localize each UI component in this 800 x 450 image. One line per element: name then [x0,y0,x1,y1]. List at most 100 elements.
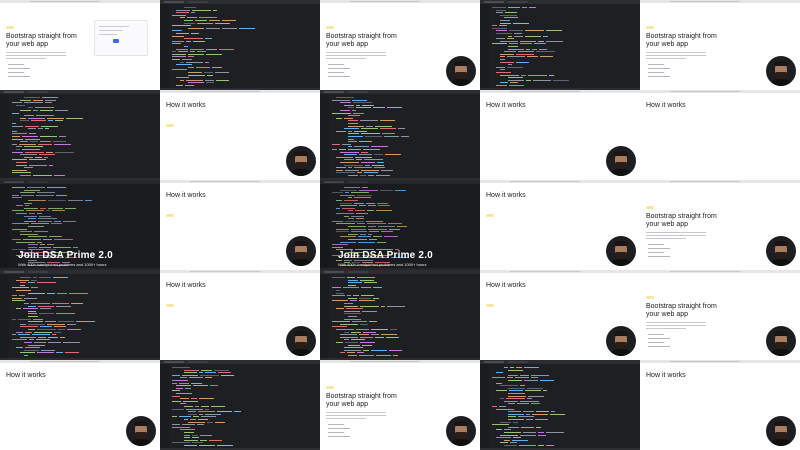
editor-tabs[interactable] [164,1,224,3]
code-token [176,12,189,14]
code-token [531,403,540,405]
code-token [18,318,31,320]
code-token [348,344,360,346]
thumbnail-page[interactable]: How it works [480,270,640,360]
feature-item [328,64,344,65]
code-token [25,138,40,140]
thumbnail-page[interactable]: Bootstrap straight from your web app [640,270,800,360]
preview-line [99,30,123,31]
thumbnail-editor[interactable] [320,270,480,360]
address-bar[interactable] [510,91,580,92]
code-token [529,7,536,8]
code-token [344,339,349,341]
address-bar[interactable] [670,1,740,2]
address-bar[interactable] [670,181,740,182]
code-token [340,110,350,111]
code-token [496,38,505,40]
address-bar[interactable] [30,361,100,362]
code-token [206,53,222,55]
address-bar[interactable] [190,181,260,182]
thumbnail-editor[interactable] [160,0,320,90]
address-bar[interactable] [190,271,260,272]
address-bar[interactable] [510,181,580,182]
presenter-webcam [446,56,476,86]
thumbnail-editor[interactable] [320,90,480,180]
thumbnail-page[interactable]: How it works [160,180,320,270]
address-bar[interactable] [670,361,740,362]
thumbnail-page[interactable]: How it works [160,270,320,360]
address-bar[interactable] [350,1,420,2]
code-token [16,149,20,150]
code-token [195,406,199,407]
feature-item [648,252,664,253]
code-token [172,426,190,428]
thumbnail-page[interactable]: Bootstrap straight from your web app [640,0,800,90]
code-token [190,419,196,420]
thumbnail-page[interactable]: How it works [640,90,800,180]
code-token [336,156,353,158]
code-token [496,33,512,34]
code-token [20,284,25,286]
thumbnail-page[interactable]: Bootstrap straight from your web app [320,360,480,450]
code-token [507,377,513,379]
thumbnail-page[interactable]: Bootstrap straight from your web app [320,0,480,90]
code-token [180,79,184,81]
address-bar[interactable] [190,91,260,92]
code-token [56,352,63,354]
code-token [24,355,28,356]
code-token [496,429,502,431]
code-token [508,7,520,8]
thumbnail-page[interactable]: How it works [480,180,640,270]
editor-tabs[interactable] [164,361,224,363]
code-token [184,445,197,446]
code-token [348,123,358,124]
code-token [24,297,37,299]
address-bar[interactable] [670,271,740,272]
address-bar[interactable] [350,361,420,362]
code-token [41,349,55,351]
thumbnail-page[interactable]: How it works [480,90,640,180]
thumbnail-page[interactable]: Bootstrap straight from your web app [0,0,160,90]
thumbnail-titleov[interactable]: Join DSA Prime 2.0 With 400+ handpicked p… [320,180,480,270]
address-bar[interactable] [510,271,580,272]
code-token [500,385,518,387]
code-token [47,117,64,119]
code-token [172,390,180,392]
code-token [38,143,52,145]
thumbnail-editor[interactable] [480,0,640,90]
feature-item [8,72,24,73]
paragraph-line [646,52,706,53]
code-token [492,7,506,8]
code-token [510,442,517,444]
thumbnail-page[interactable]: How it works [0,360,160,450]
thumbnail-editor[interactable] [480,360,640,450]
thumbnail-editor[interactable] [0,270,160,360]
address-bar[interactable] [670,91,740,92]
code-token [184,7,196,8]
code-token [12,300,25,302]
thumbnail-editor[interactable] [0,90,160,180]
editor-tabs[interactable] [484,1,544,3]
editor-tabs[interactable] [484,361,544,363]
thumbnail-editor[interactable] [160,360,320,450]
presenter-webcam [446,416,476,446]
webcam-beard [775,432,787,439]
code-token [197,22,213,24]
thumbnail-titleov[interactable]: Join DSA Prime 2.0 With 400+ handpicked p… [0,180,160,270]
code-token [496,9,506,11]
thumbnail-page[interactable]: Bootstrap straight from your web app [640,180,800,270]
code-token [37,329,56,330]
thumbnail-page[interactable]: How it works [640,360,800,450]
code-token [531,374,549,376]
address-bar[interactable] [30,1,100,2]
thumbnail-page[interactable]: How it works [160,90,320,180]
editor-tabs[interactable] [4,91,64,93]
editor-tabs[interactable] [4,271,64,273]
code-token [184,432,194,433]
code-token [505,12,517,14]
editor-tabs[interactable] [324,271,384,273]
code-token [188,72,202,73]
code-token [28,128,36,130]
code-token [172,408,184,410]
editor-tabs[interactable] [324,91,384,93]
